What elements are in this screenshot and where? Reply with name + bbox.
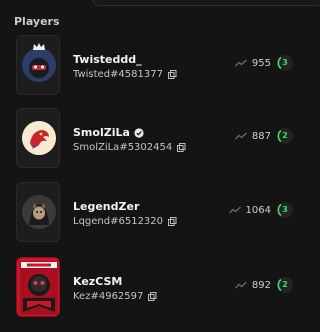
section-title: Players — [14, 15, 60, 28]
copy-icon[interactable] — [177, 143, 186, 152]
player-name-line: SmolZiLa — [73, 126, 144, 139]
level-number: 2 — [282, 131, 288, 140]
copy-icon[interactable] — [168, 217, 177, 226]
player-name-line: LegendZer — [73, 200, 139, 213]
player-score: 955 — [251, 57, 271, 69]
hooded-cat-avatar-icon — [22, 195, 56, 229]
player-tag: SmolZiLa#5302454 — [73, 142, 173, 153]
player-name-line: Twisteddd_ — [73, 53, 142, 66]
score-area: 892 2 — [234, 276, 294, 294]
player-tag-line: Kez#4962597 — [73, 291, 157, 302]
player-score: 1064 — [245, 204, 271, 216]
player-name: LegendZer — [73, 200, 140, 213]
player-tag: Lqgend#6512320 — [73, 216, 164, 227]
player-tag-line: SmolZiLa#5302454 — [73, 142, 186, 153]
player-name: Twisteddd_ — [73, 53, 142, 66]
avatar-frame — [16, 182, 60, 242]
level-badge: 2 — [276, 276, 294, 294]
trend-up-icon — [234, 281, 247, 289]
players-panel: Players Twisteddd_ Twisted#4581377 955 3… — [0, 0, 320, 332]
player-tag-line: Twisted#4581377 — [73, 69, 177, 80]
level-number: 3 — [282, 58, 288, 67]
crowned-masked-avatar-icon — [22, 48, 56, 82]
score-area: 1064 3 — [228, 201, 294, 219]
level-badge: 2 — [276, 127, 294, 145]
red-banner-skull-avatar-icon — [17, 258, 59, 316]
avatar-frame — [16, 108, 60, 168]
player-tag-line: Lqgend#6512320 — [73, 216, 177, 227]
verified-icon — [134, 127, 144, 138]
player-row[interactable]: SmolZiLa SmolZiLa#5302454 887 2 — [16, 108, 308, 172]
score-area: 955 3 — [234, 54, 294, 72]
level-badge: 3 — [276, 54, 294, 72]
level-number: 2 — [282, 280, 288, 289]
crown-icon — [33, 43, 45, 50]
score-area: 887 2 — [234, 127, 294, 145]
player-tag: Twisted#4581377 — [73, 69, 163, 80]
level-badge: 3 — [276, 201, 294, 219]
player-score: 892 — [251, 279, 271, 291]
player-name: SmolZiLa — [73, 126, 130, 139]
player-name-line: KezCSM — [73, 275, 122, 288]
previous-card-edge — [92, 0, 320, 6]
trend-up-icon — [234, 132, 247, 140]
player-row[interactable]: KezCSM Kez#4962597 892 2 — [16, 257, 308, 321]
player-row[interactable]: Twisteddd_ Twisted#4581377 955 3 — [16, 35, 308, 99]
player-tag: Kez#4962597 — [73, 291, 144, 302]
trend-up-icon — [234, 59, 247, 67]
red-dragon-avatar-icon — [22, 121, 56, 155]
player-score: 887 — [251, 130, 271, 142]
level-number: 3 — [282, 205, 288, 214]
avatar-frame — [16, 257, 60, 317]
copy-icon[interactable] — [167, 70, 177, 79]
copy-icon[interactable] — [148, 292, 157, 301]
player-name: KezCSM — [73, 275, 123, 288]
player-row[interactable]: LegendZer Lqgend#6512320 1064 3 — [16, 182, 308, 246]
avatar-frame — [16, 35, 60, 95]
trend-up-icon — [228, 206, 241, 214]
